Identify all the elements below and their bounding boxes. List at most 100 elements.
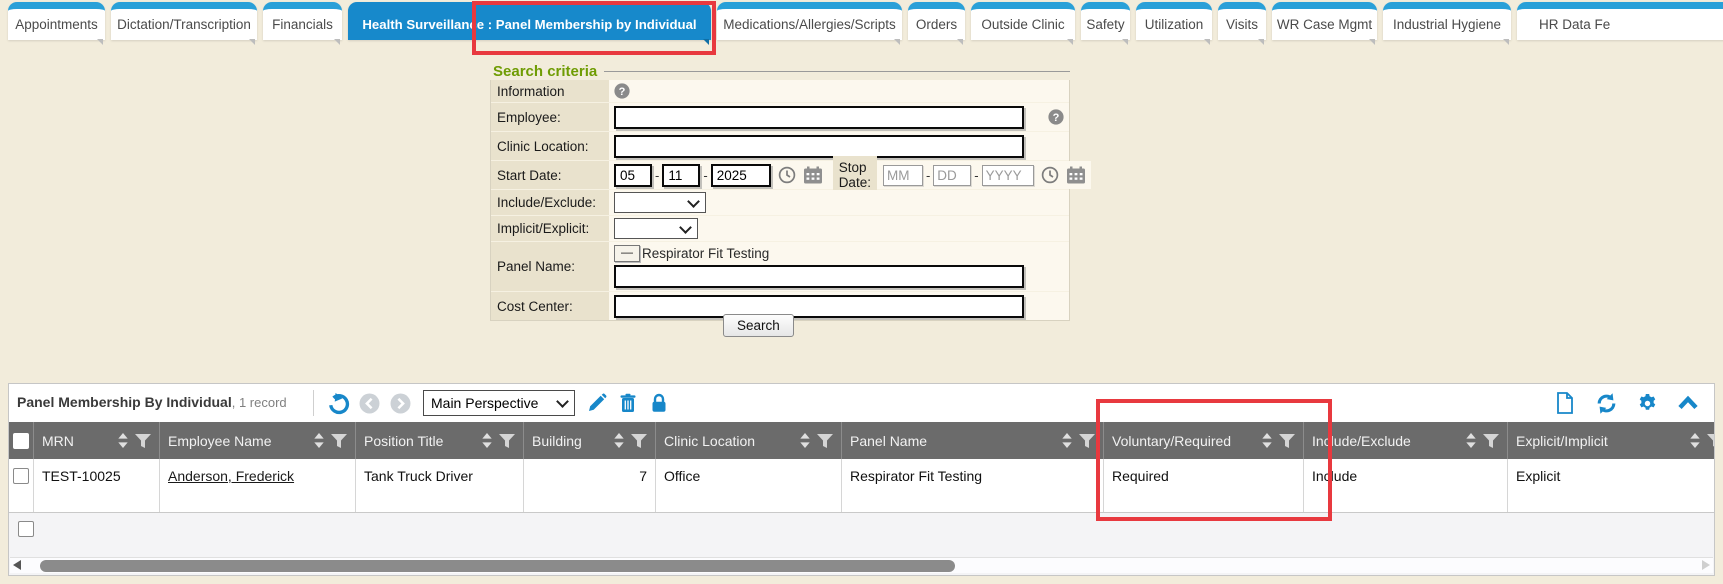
new-record-icon[interactable] [1553,391,1577,415]
filter-funnel-icon[interactable] [1483,434,1499,448]
grid-title-block: Panel Membership By Individual, 1 record [17,394,313,412]
tab-utilization[interactable]: Utilization [1136,2,1212,40]
column-label: Position Title [364,433,443,449]
tab-wr-case-mgmt[interactable]: WR Case Mgmt [1272,2,1377,40]
column-label: Voluntary/Required [1112,433,1231,449]
scrollbar-thumb[interactable] [40,560,955,572]
filter-funnel-icon[interactable] [1079,434,1095,448]
chevron-down-icon [687,195,700,208]
refresh-icon[interactable] [1594,391,1618,415]
column-header-include-exclude[interactable]: Include/Exclude [1304,422,1508,459]
include-exclude-select[interactable] [614,192,706,213]
edit-pencil-icon[interactable] [585,391,609,415]
help-icon[interactable]: ? [614,83,630,99]
row-checkbox-cell [9,459,34,512]
filter-funnel-icon[interactable] [631,434,647,448]
horizontal-scrollbar[interactable] [10,557,1713,573]
filter-funnel-icon[interactable] [1279,434,1295,448]
sort-icon[interactable] [1062,433,1072,448]
employee-row: Employee: ? [491,103,1069,132]
information-label: Information [491,80,609,102]
tab-industrial-hygiene[interactable]: Industrial Hygiene [1383,2,1511,40]
delete-trash-icon[interactable] [616,391,640,415]
svg-text:?: ? [1053,112,1060,124]
column-header-voluntary-required[interactable]: Voluntary/Required [1104,422,1304,459]
remove-chip-button[interactable]: — [614,245,640,262]
gear-icon[interactable] [1635,391,1659,415]
filter-funnel-icon[interactable] [1707,434,1715,448]
select-all-checkbox[interactable] [13,433,29,449]
sort-icon[interactable] [1466,433,1476,448]
sort-icon[interactable] [1262,433,1272,448]
undo-icon[interactable] [326,391,350,415]
tab-dictation-transcription[interactable]: Dictation/Transcription [111,2,257,40]
start-month-input[interactable] [614,164,652,187]
sort-icon[interactable] [314,433,324,448]
previous-page-icon[interactable] [357,391,381,415]
tab-appointments[interactable]: Appointments [8,2,105,40]
stop-month-input[interactable] [883,165,923,186]
tab-financials[interactable]: Financials [263,2,342,40]
scroll-right-arrow-icon[interactable] [1702,560,1710,570]
employee-input[interactable] [614,106,1024,129]
filter-funnel-icon[interactable] [331,434,347,448]
column-header-employee-name[interactable]: Employee Name [160,422,356,459]
implicit-explicit-row: Implicit/Explicit: [491,216,1069,242]
clinic-location-input[interactable] [614,135,1024,158]
implicit-explicit-select[interactable] [614,218,698,239]
tab-outside-clinic[interactable]: Outside Clinic [971,2,1075,40]
cell-voluntary-required: Required [1104,459,1304,512]
column-header-clinic-location[interactable]: Clinic Location [656,422,842,459]
column-header-building[interactable]: Building [524,422,656,459]
calendar-icon[interactable] [803,166,823,184]
cost-center-input[interactable] [614,295,1024,318]
select-all-checkbox-cell [9,422,34,459]
sort-icon[interactable] [1690,433,1700,448]
date-separator: - [655,168,659,183]
start-year-input[interactable] [711,164,771,187]
results-grid-panel: Panel Membership By Individual, 1 record… [8,383,1715,576]
tab-visits[interactable]: Visits [1218,2,1266,40]
clock-icon[interactable] [778,166,796,184]
perspective-select[interactable]: Main Perspective [423,390,575,416]
sort-icon[interactable] [800,433,810,448]
table-row: TEST-10025 Anderson, Frederick Tank Truc… [9,459,1714,513]
lock-icon[interactable] [647,391,671,415]
sort-icon[interactable] [614,433,624,448]
collapse-chevron-up-icon[interactable] [1676,391,1700,415]
cell-explicit-implicit: Explicit [1508,459,1715,512]
stop-day-input[interactable] [933,165,971,186]
help-icon[interactable]: ? [1048,109,1064,125]
row-checkbox[interactable] [13,468,29,484]
sort-icon[interactable] [482,433,492,448]
tab-orders[interactable]: Orders [908,2,965,40]
panel-name-label: Panel Name: [491,242,609,291]
scroll-left-arrow-icon[interactable] [13,560,21,570]
tab-medications-allergies-scripts[interactable]: Medications/Allergies/Scripts [717,2,902,40]
start-day-input[interactable] [662,164,700,187]
sort-icon[interactable] [118,433,128,448]
filter-funnel-icon[interactable] [499,434,515,448]
panel-name-input[interactable] [614,265,1024,288]
stop-year-input[interactable] [982,165,1034,186]
tab-label: Health Surveillance : Panel Membership b… [362,17,696,32]
column-header-mrn[interactable]: MRN [34,422,160,459]
tab-safety[interactable]: Safety [1081,2,1130,40]
filter-funnel-icon[interactable] [817,434,833,448]
column-header-panel-name[interactable]: Panel Name [842,422,1104,459]
search-button[interactable]: Search [723,314,794,337]
column-header-position-title[interactable]: Position Title [356,422,524,459]
tab-hr-data-feed[interactable]: HR Data Fe [1517,2,1723,40]
next-page-icon[interactable] [388,391,412,415]
clock-icon[interactable] [1041,166,1059,184]
record-count: , 1 record [232,395,287,410]
calendar-icon[interactable] [1066,166,1086,184]
column-header-explicit-implicit[interactable]: Explicit/Implicit [1508,422,1715,459]
chevron-down-icon [679,221,692,234]
cell-position-title: Tank Truck Driver [356,459,524,512]
filter-funnel-icon[interactable] [135,434,151,448]
footer-checkbox[interactable] [18,521,34,537]
tab-label: Safety [1086,17,1124,32]
employee-name-link[interactable]: Anderson, Frederick [168,468,294,484]
tab-health-surveillance-panel-membership[interactable]: Health Surveillance : Panel Membership b… [348,2,711,40]
